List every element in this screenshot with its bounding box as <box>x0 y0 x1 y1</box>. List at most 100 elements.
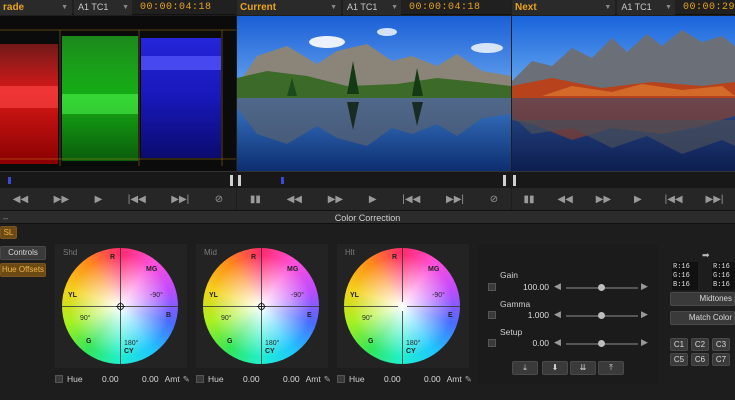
play-icon[interactable]: ▶ <box>95 194 103 205</box>
gain-label: Gain <box>500 270 518 280</box>
wheel-label-mg: MG <box>287 266 299 273</box>
midtone-hue-field[interactable]: 0.00 <box>224 374 260 384</box>
next-icon[interactable]: ▶▶| <box>706 194 724 205</box>
midtone-value-field[interactable]: 0.00 <box>260 374 300 384</box>
arrow-left-icon[interactable]: ◀ <box>554 309 561 320</box>
arrow-right-icon[interactable]: ▶ <box>641 337 648 348</box>
next-scrub-bar[interactable] <box>512 171 735 188</box>
rewind-icon[interactable]: ◀◀ <box>287 194 302 205</box>
grade-title-dropdown[interactable]: rade ▼ <box>0 0 72 15</box>
c-button-label: C3 <box>715 340 727 349</box>
gain-value[interactable]: 100.00 <box>515 282 549 292</box>
playhead-marker[interactable] <box>8 177 11 184</box>
scrub-handle[interactable] <box>503 175 506 186</box>
hue-label: Hue <box>67 374 83 384</box>
current-scrub-bar[interactable] <box>237 171 511 188</box>
match-color-button[interactable]: Match Color <box>670 311 735 325</box>
play-icon[interactable]: ▶ <box>634 194 642 205</box>
setup-value[interactable]: 0.00 <box>515 338 549 348</box>
previous-icon[interactable]: |◀◀ <box>402 194 420 205</box>
setup-checkbox[interactable] <box>488 339 496 347</box>
bypass-icon[interactable]: ⊘ <box>215 194 223 205</box>
eyedropper-icon[interactable]: ✎ <box>324 374 331 385</box>
arrow-left-icon[interactable]: ◀ <box>554 281 561 292</box>
next-tc-dropdown[interactable]: A1 TC1 ▼ <box>617 0 675 15</box>
arrow-right-icon[interactable]: ▶ <box>641 281 648 292</box>
fast-forward-icon[interactable]: ▶▶ <box>596 194 611 205</box>
shadow-hue-field[interactable]: 0.00 <box>83 374 119 384</box>
pause-icon[interactable]: ▮▮ <box>250 194 261 205</box>
shadow-value-field[interactable]: 0.00 <box>119 374 159 384</box>
fast-forward-icon[interactable]: ▶▶ <box>54 194 69 205</box>
current-frame-viewer[interactable] <box>237 16 511 171</box>
midtone-hue-row: Hue 0.00 0.00 Amt ✎ <box>196 372 331 386</box>
current-title-dropdown[interactable]: Current ▼ <box>237 0 341 15</box>
wheel-degree: -90° <box>291 292 304 299</box>
gain-checkbox[interactable] <box>488 283 496 291</box>
wheel-label-g: G <box>86 338 92 345</box>
hue-offsets-button[interactable]: Hue Offsets <box>0 263 46 277</box>
setup-slider-knob[interactable] <box>598 340 605 347</box>
gain-slider-knob[interactable] <box>598 284 605 291</box>
wheel-cursor[interactable] <box>398 302 407 311</box>
wheel-label-mg: MG <box>146 266 158 273</box>
c7-button[interactable]: C7 <box>712 353 730 366</box>
rewind-icon[interactable]: ◀◀ <box>13 194 28 205</box>
bypass-icon[interactable]: ⊘ <box>490 194 498 205</box>
highlight-hue-checkbox[interactable] <box>337 375 345 383</box>
minimize-icon[interactable]: – <box>3 211 8 225</box>
next-icon[interactable]: ▶▶| <box>446 194 464 205</box>
eyedropper-icon[interactable]: ✎ <box>465 374 472 385</box>
scrub-handle[interactable] <box>230 175 233 186</box>
c2-button[interactable]: C2 <box>691 338 709 351</box>
eyedropper-icon[interactable]: ✎ <box>183 374 190 385</box>
wheel-cursor[interactable] <box>116 302 125 311</box>
auto-balance-button[interactable]: ⇊ <box>570 361 596 375</box>
highlight-value-field[interactable]: 0.00 <box>401 374 441 384</box>
midtones-button[interactable]: Midtones <box>670 292 735 306</box>
current-timecode: 00:00:04:18 <box>409 1 481 13</box>
gamma-slider-knob[interactable] <box>598 312 605 319</box>
scrub-handle[interactable] <box>238 175 241 186</box>
c1-button[interactable]: C1 <box>670 338 688 351</box>
grade-scrub-bar[interactable] <box>0 171 236 188</box>
next-icon[interactable]: ▶▶| <box>171 194 189 205</box>
wheel-label-yl: YL <box>209 292 218 299</box>
highlight-hue-row: Hue 0.00 0.00 Amt ✎ <box>337 372 472 386</box>
controls-button[interactable]: Controls <box>0 246 46 260</box>
previous-icon[interactable]: |◀◀ <box>128 194 146 205</box>
play-icon[interactable]: ▶ <box>369 194 377 205</box>
gamma-checkbox[interactable] <box>488 311 496 319</box>
eyedropper-black-button[interactable]: ⤓ <box>512 361 538 375</box>
c6-button[interactable]: C6 <box>691 353 709 366</box>
next-frame-viewer[interactable] <box>512 16 735 171</box>
pause-icon[interactable]: ▮▮ <box>523 194 534 205</box>
highlight-hue-field[interactable]: 0.00 <box>365 374 401 384</box>
previous-icon[interactable]: |◀◀ <box>665 194 683 205</box>
reset-button[interactable]: ⤒ <box>598 361 624 375</box>
wheel-cursor[interactable] <box>257 302 266 311</box>
rewind-icon[interactable]: ◀◀ <box>557 194 572 205</box>
c5-button[interactable]: C5 <box>670 353 688 366</box>
wheel-degree: 180° <box>265 340 280 347</box>
shadow-hue-checkbox[interactable] <box>55 375 63 383</box>
gamma-value[interactable]: 1.000 <box>515 310 549 320</box>
wheel-label-yl: YL <box>350 292 359 299</box>
download-button[interactable]: ⬇ <box>542 361 568 375</box>
fast-forward-icon[interactable]: ▶▶ <box>328 194 343 205</box>
next-title-dropdown[interactable]: Next ▼ <box>512 0 616 15</box>
midtone-hue-checkbox[interactable] <box>196 375 204 383</box>
scrub-handle[interactable] <box>513 175 516 186</box>
playhead-marker[interactable] <box>281 177 284 184</box>
arrow-right-icon[interactable]: ➡ <box>702 250 710 261</box>
grade-tc-dropdown[interactable]: A1 TC1 ▼ <box>74 0 132 15</box>
wheel-label-g: G <box>368 338 374 345</box>
c3-button[interactable]: C3 <box>712 338 730 351</box>
hsl-tab[interactable]: SL <box>0 226 17 239</box>
wheel-label-cy: CY <box>124 348 134 355</box>
wheel-degree: 180° <box>406 340 421 347</box>
arrow-left-icon[interactable]: ◀ <box>554 337 561 348</box>
current-tc-dropdown[interactable]: A1 TC1 ▼ <box>343 0 401 15</box>
arrow-right-icon[interactable]: ▶ <box>641 309 648 320</box>
chevron-down-icon: ▼ <box>330 3 337 11</box>
